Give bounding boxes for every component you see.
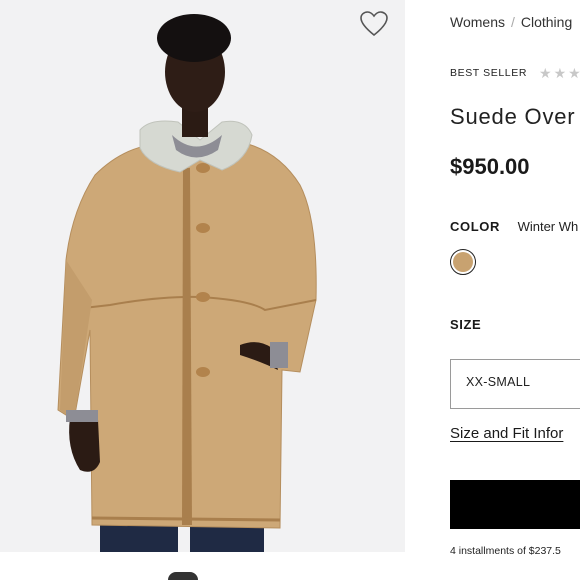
breadcrumb-separator: / bbox=[510, 14, 515, 30]
product-details-panel: Womens / Clothing BEST SELLER ★ ★ ★ ★ ★ Su… bbox=[405, 0, 580, 580]
star-icon: ★ bbox=[553, 65, 567, 81]
color-row: COLOR Winter Wh bbox=[450, 219, 578, 234]
rating-stars[interactable]: ★ ★ ★ ★ ★ bbox=[539, 66, 580, 80]
best-seller-badge: BEST SELLER bbox=[450, 67, 528, 79]
color-swatch bbox=[453, 252, 473, 272]
star-icon: ★ bbox=[539, 65, 552, 81]
next-image-preview bbox=[168, 572, 198, 580]
breadcrumb: Womens / Clothing bbox=[450, 14, 572, 30]
add-to-bag-button[interactable] bbox=[450, 480, 580, 529]
next-image-strip bbox=[0, 552, 405, 580]
product-price: $950.00 bbox=[450, 154, 530, 179]
favorite-heart-icon[interactable] bbox=[358, 8, 390, 40]
breadcrumb-clothing-link[interactable]: Clothing bbox=[521, 14, 572, 30]
star-icon: ★ bbox=[568, 65, 580, 81]
installments-text: 4 installments of $237.5 bbox=[450, 545, 561, 557]
color-label: COLOR bbox=[450, 219, 500, 234]
color-swatch-selected[interactable] bbox=[450, 249, 476, 275]
breadcrumb-womens-link[interactable]: Womens bbox=[450, 14, 505, 30]
size-and-fit-link[interactable]: Size and Fit Infor bbox=[450, 425, 563, 442]
product-image bbox=[57, 14, 317, 560]
size-select[interactable]: XX-SMALL bbox=[450, 359, 580, 409]
size-label: SIZE bbox=[450, 317, 482, 332]
product-image-panel bbox=[0, 0, 405, 580]
product-title: Suede Over bbox=[450, 104, 576, 129]
badge-row: BEST SELLER ★ ★ ★ ★ ★ bbox=[450, 66, 580, 80]
color-value: Winter Wh bbox=[517, 219, 579, 234]
